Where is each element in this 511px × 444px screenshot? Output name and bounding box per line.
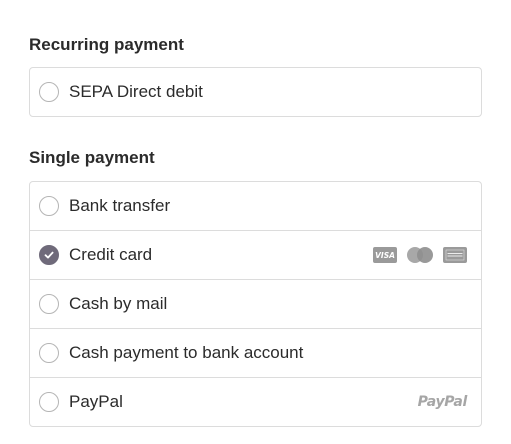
payment-option-bank-transfer[interactable]: Bank transfer	[30, 182, 481, 230]
cash-by-mail-radio[interactable]	[39, 294, 59, 314]
sepa-radio[interactable]	[39, 82, 59, 102]
recurring-payment-group: SEPA Direct debit	[29, 67, 482, 117]
paypal-logo: PayPal	[417, 394, 468, 410]
paypal-radio[interactable]	[39, 392, 59, 412]
visa-icon: VISA	[373, 247, 397, 263]
option-label: Credit card	[69, 245, 153, 264]
payment-option-cash-to-bank-account[interactable]: Cash payment to bank account	[30, 328, 481, 377]
payment-option-sepa-direct-debit[interactable]: SEPA Direct debit	[30, 68, 481, 116]
single-payment-heading: Single payment	[29, 148, 155, 167]
payment-option-paypal[interactable]: PayPal PayPal	[30, 377, 481, 426]
amex-icon	[443, 247, 467, 263]
credit-card-radio[interactable]	[39, 245, 59, 265]
mastercard-icon	[407, 247, 433, 263]
option-label: Cash payment to bank account	[69, 343, 304, 362]
option-label: Bank transfer	[69, 196, 171, 215]
svg-text:VISA: VISA	[375, 251, 395, 259]
card-logos: VISA	[373, 247, 467, 263]
bank-transfer-radio[interactable]	[39, 196, 59, 216]
payment-option-cash-by-mail[interactable]: Cash by mail	[30, 279, 481, 328]
cash-to-bank-radio[interactable]	[39, 343, 59, 363]
single-payment-group: Bank transfer Credit card VISA Cash by m…	[29, 181, 482, 427]
option-label: PayPal	[69, 392, 123, 411]
recurring-payment-heading: Recurring payment	[29, 35, 184, 54]
checkmark-icon	[44, 251, 54, 259]
payment-option-credit-card[interactable]: Credit card VISA	[30, 230, 481, 279]
option-label: Cash by mail	[69, 294, 168, 313]
option-label: SEPA Direct debit	[69, 82, 203, 101]
